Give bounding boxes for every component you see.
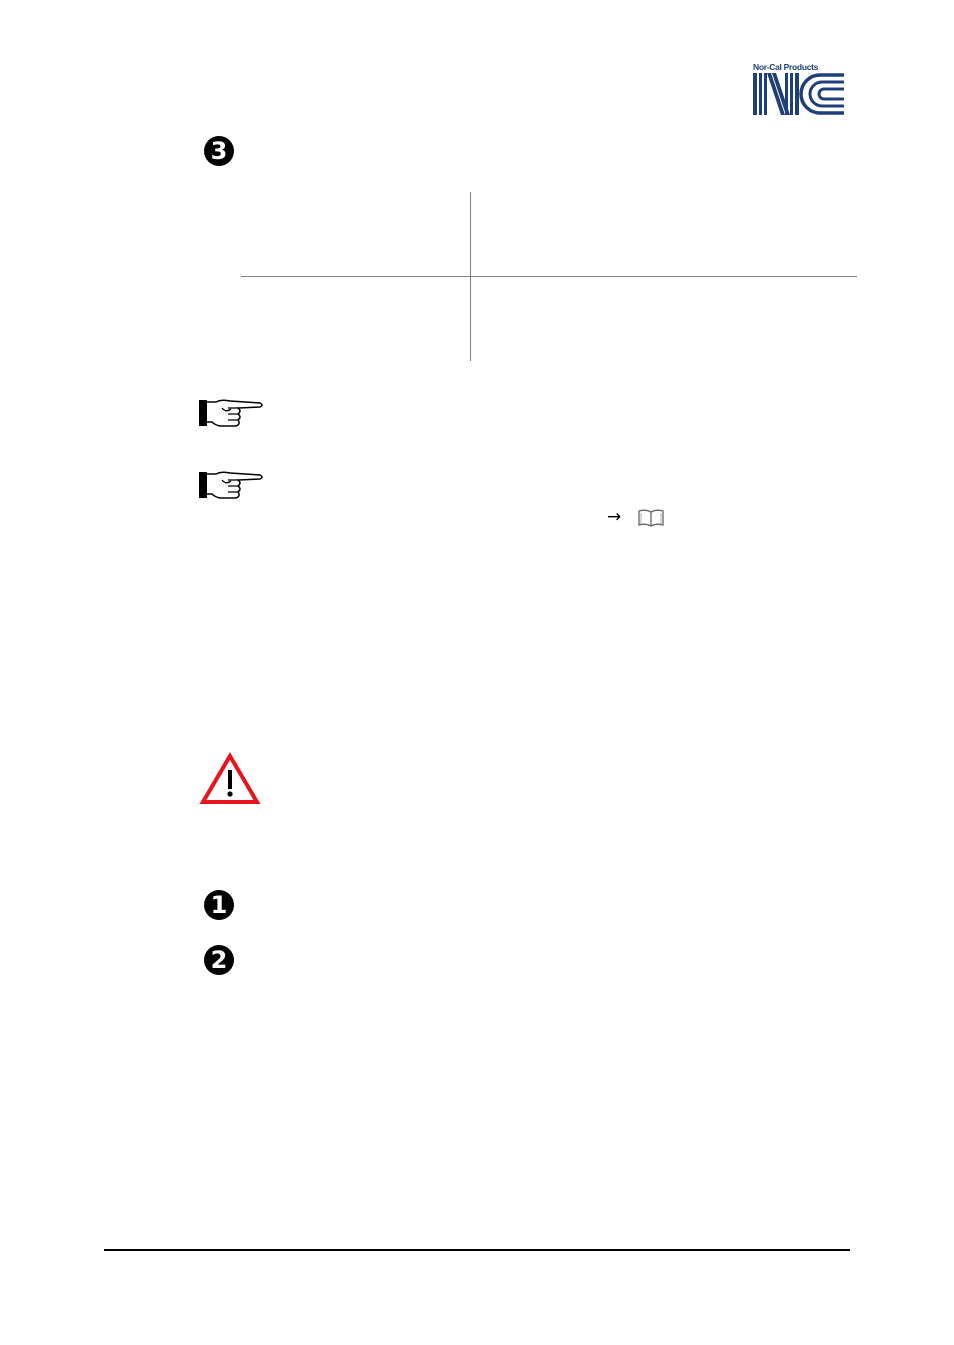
step-2-marker: 2 xyxy=(204,945,234,975)
step-number: 2 xyxy=(210,946,228,974)
nc-monogram-icon xyxy=(753,73,844,115)
book-icon[interactable] xyxy=(637,508,665,533)
company-logo: Nor-Cal Products xyxy=(752,62,846,116)
step-number: 3 xyxy=(210,137,228,165)
step-1-marker: 1 xyxy=(204,890,234,920)
note-1 xyxy=(198,397,266,434)
reference-arrow: → xyxy=(607,507,622,527)
pointing-hand-icon xyxy=(199,471,263,499)
warning-triangle-icon xyxy=(199,752,261,804)
note-2 xyxy=(198,469,266,506)
footer-divider xyxy=(104,1249,850,1251)
warning-notice xyxy=(199,752,261,811)
pointing-hand-icon xyxy=(199,399,263,427)
step-number: 1 xyxy=(210,891,228,919)
table-row-divider xyxy=(241,276,857,277)
step-3-marker: 3 xyxy=(204,136,234,166)
